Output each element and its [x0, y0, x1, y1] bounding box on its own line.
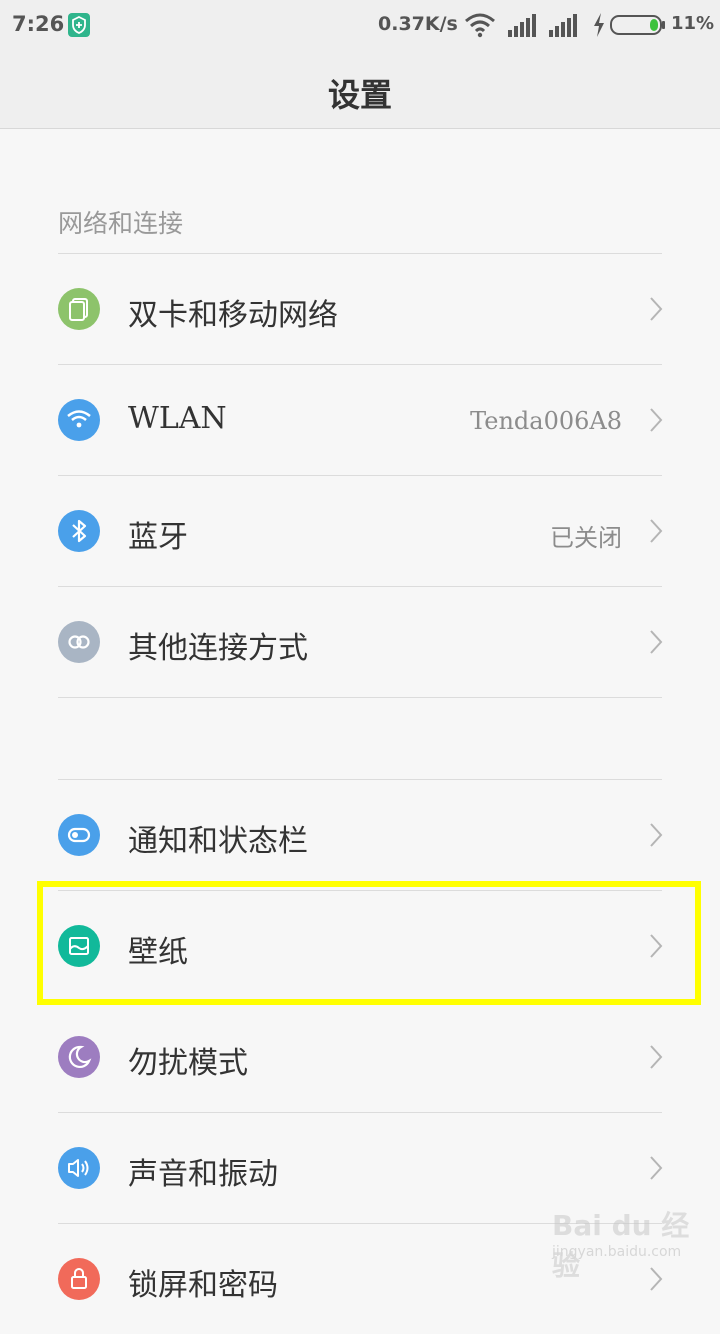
- signal-strength-icon: [549, 12, 579, 42]
- page-title: 设置: [327, 76, 392, 114]
- settings-item-wlan[interactable]: WLAN Tenda006A8: [0, 365, 720, 475]
- highlight-annotation-box: [37, 881, 701, 1005]
- wifi-icon: [58, 399, 100, 441]
- moon-icon: [58, 1036, 100, 1078]
- battery-percentage: 11%: [671, 13, 715, 34]
- chevron-right-icon: [648, 518, 664, 548]
- watermark-url: jingyan.baidu.com: [552, 1244, 682, 1260]
- settings-item-label: 通知和状态栏: [128, 824, 308, 859]
- chevron-right-icon: [648, 296, 664, 326]
- status-bar: 7:26 0.37K/s 11%: [0, 0, 720, 52]
- settings-item-label: 其他连接方式: [128, 631, 308, 666]
- sim-card-icon: [58, 288, 100, 330]
- baidu-jingyan-watermark: Bai du 经验 jingyan.baidu.com: [552, 1204, 712, 1282]
- speaker-icon: [58, 1147, 100, 1189]
- settings-item-label: 锁屏和密码: [128, 1268, 278, 1303]
- signal-strength-icon: [508, 12, 538, 42]
- chevron-right-icon: [648, 822, 664, 852]
- security-shield-icon: [68, 13, 90, 37]
- settings-item-dual-sim[interactable]: 双卡和移动网络: [0, 254, 720, 364]
- settings-item-label: 声音和振动: [128, 1157, 278, 1192]
- settings-item-label: 勿扰模式: [128, 1046, 248, 1081]
- chevron-right-icon: [648, 1155, 664, 1185]
- battery-icon: [610, 14, 666, 40]
- chevron-right-icon: [648, 1044, 664, 1074]
- lock-icon: [58, 1258, 100, 1300]
- divider: [58, 697, 662, 698]
- section-header-network: 网络和连接: [58, 209, 184, 238]
- settings-item-bluetooth[interactable]: 蓝牙 已关闭: [0, 476, 720, 586]
- toggle-icon: [58, 814, 100, 856]
- clock: 7:26: [12, 12, 65, 36]
- settings-item-label: 蓝牙: [128, 520, 188, 555]
- wifi-status-icon: [464, 12, 496, 42]
- charging-bolt-icon: [592, 12, 606, 42]
- bluetooth-icon: [58, 510, 100, 552]
- wlan-network-name: Tenda006A8: [470, 407, 622, 435]
- settings-item-other-connections[interactable]: 其他连接方式: [0, 587, 720, 697]
- chevron-right-icon: [648, 407, 664, 437]
- bluetooth-status: 已关闭: [550, 524, 622, 552]
- title-bar: 设置: [0, 52, 720, 129]
- settings-item-label: WLAN: [128, 401, 227, 436]
- network-speed: 0.37K/s: [378, 13, 458, 35]
- settings-item-notifications[interactable]: 通知和状态栏: [0, 780, 720, 890]
- settings-item-do-not-disturb[interactable]: 勿扰模式: [0, 1002, 720, 1112]
- settings-item-label: 双卡和移动网络: [128, 298, 338, 333]
- link-icon: [58, 621, 100, 663]
- chevron-right-icon: [648, 629, 664, 659]
